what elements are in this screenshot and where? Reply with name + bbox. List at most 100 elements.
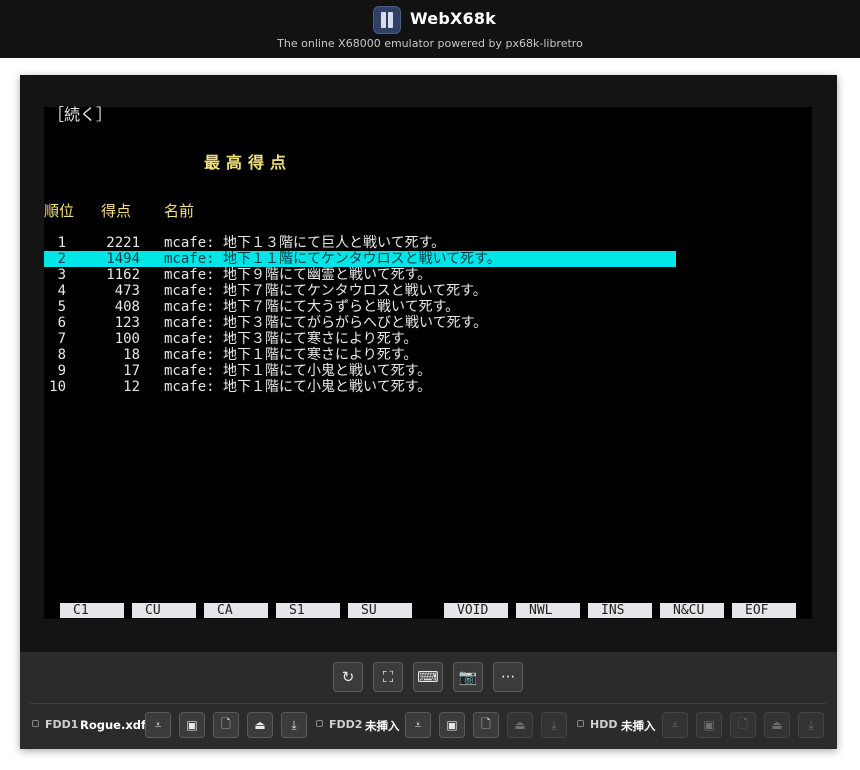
highscore-row: 6 123 mcafe: 地下３階にてがらがらへびと戦いて死す。: [44, 315, 676, 331]
highscore-score: 1162: [106, 267, 140, 283]
function-key-bar: C1 CU CA S1 SU VOID NWL INS N&CU EOF: [44, 603, 812, 619]
eject-icon: ⏏: [254, 718, 266, 732]
highscore-row: 9 17 mcafe: 地下１階にて小鬼と戦いて死す。: [44, 363, 676, 379]
new-file-button[interactable]: 🗋: [730, 712, 756, 738]
function-key[interactable]: EOF: [732, 603, 796, 618]
select-media-button[interactable]: ⩡: [662, 712, 688, 738]
select-media-icon: ⩡: [671, 717, 679, 732]
highscore-rank: 2: [57, 251, 66, 267]
score-column-header: 得点: [101, 202, 132, 220]
highscore-message: mcafe: 地下１階にて小鬼と戦いて死す。: [164, 379, 432, 395]
highscore-message: mcafe: 地下１階にて寒さにより死す。: [164, 347, 418, 363]
select-media-icon: ⩡: [414, 717, 422, 732]
function-key[interactable]: CA: [204, 603, 268, 618]
new-file-button[interactable]: 🗋: [213, 712, 239, 738]
function-key[interactable]: INS: [588, 603, 652, 618]
eject-button[interactable]: ⏏: [247, 712, 273, 738]
highscore-message: mcafe: 地下９階にて幽霊と戦いて死す。: [164, 267, 432, 283]
highscore-title: 最高得点: [204, 153, 293, 172]
continue-prompt: ［続く］: [48, 105, 113, 124]
disk-image-icon: ▣: [446, 718, 458, 732]
reset-icon: ↻: [341, 668, 355, 686]
drive-row: FDD1 Rogue.xdf ⩡ ▣ 🗋 ⏏ ⤓ FDD2 未挿入 ⩡ ▣ 🗋 ⏏ ⤓ HDD 未挿入 ⩡ ▣ 🗋 ⏏…: [20, 709, 837, 741]
disk-image-icon: ▣: [186, 718, 198, 732]
disk-image-icon: ▣: [703, 718, 715, 732]
reset-button[interactable]: ↻: [333, 662, 363, 692]
select-media-button[interactable]: ⩡: [405, 712, 431, 738]
new-file-icon: 🗋: [481, 716, 491, 731]
keyboard-button[interactable]: ⌨: [413, 662, 443, 692]
function-key[interactable]: SU: [348, 603, 412, 618]
highscore-score: 2221: [106, 235, 140, 251]
highscore-message: mcafe: 地下１３階にて巨人と戦いて死す。: [164, 235, 446, 251]
highscore-score: 12: [123, 379, 140, 395]
highscore-score: 100: [114, 331, 140, 347]
download-button[interactable]: ⤓: [798, 712, 824, 738]
name-column-header: 名前: [164, 202, 195, 220]
highscore-rank: 5: [57, 299, 66, 315]
function-key[interactable]: S1: [276, 603, 340, 618]
disk-image-button[interactable]: ▣: [696, 712, 722, 738]
highscore-row: 4 473 mcafe: 地下７階にてケンタウロスと戦いて死す。: [44, 283, 676, 299]
fullscreen-icon: ⛶: [382, 668, 394, 686]
download-button[interactable]: ⤓: [541, 712, 567, 738]
app-title: WebX68k: [410, 9, 497, 28]
select-media-icon: ⩡: [154, 717, 162, 732]
highscore-row: 2 1494 mcafe: 地下１１階にてケンタウロスと戦いて死す。: [44, 251, 676, 267]
highscore-rank: 8: [57, 347, 66, 363]
highscore-score: 123: [114, 315, 140, 331]
highscore-row: 8 18 mcafe: 地下１階にて寒さにより死す。: [44, 347, 676, 363]
highscore-rank: 10: [49, 379, 66, 395]
camera-icon: 📷: [458, 668, 478, 686]
app-header: WebX68k The online X68000 emulator power…: [0, 0, 860, 58]
highscore-score: 18: [123, 347, 140, 363]
fullscreen-button[interactable]: ⛶: [373, 662, 403, 692]
drive-media-name: 未挿入: [365, 719, 400, 733]
toolbar-divider: [30, 703, 827, 704]
drive-checkbox[interactable]: [316, 720, 323, 727]
emulator-screen[interactable]: ［続く］ 最高得点 順位 得点 名前 1 2221 mcafe: 地下１３階にて巨人…: [44, 107, 812, 619]
drive-media-name: Rogue.xdf: [80, 718, 146, 732]
highscore-row: 1 2221 mcafe: 地下１３階にて巨人と戦いて死す。: [44, 235, 676, 251]
function-key[interactable]: NWL: [516, 603, 580, 618]
highscore-message: mcafe: 地下７階にてケンタウロスと戦いて死す。: [164, 283, 487, 299]
highscore-score: 408: [114, 299, 140, 315]
highscore-rank: 1: [57, 235, 66, 251]
highscore-row: 10 12 mcafe: 地下１階にて小鬼と戦いて死す。: [44, 379, 676, 395]
rank-column-header: 順位: [44, 202, 75, 220]
new-file-icon: 🗋: [221, 716, 231, 731]
highscore-message: mcafe: 地下３階にて寒さにより死す。: [164, 331, 418, 347]
highscore-score: 473: [114, 283, 140, 299]
function-key[interactable]: C1: [60, 603, 124, 618]
keyboard-icon: ⌨: [417, 668, 439, 686]
control-toolbar: ↻ ⛶ ⌨ 📷 ··· FDD1 Rogue.xdf ⩡ ▣ 🗋 ⏏ ⤓ FDD2 未挿入 ⩡ ▣ 🗋 ⏏ ⤓ HD…: [20, 652, 837, 749]
highscore-message: mcafe: 地下７階にて大うずらと戦いて死す。: [164, 299, 460, 315]
disk-image-button[interactable]: ▣: [179, 712, 205, 738]
webx68k-logo-icon: [373, 6, 401, 34]
drive-checkbox[interactable]: [32, 720, 39, 727]
highscore-message: mcafe: 地下３階にてがらがらへびと戦いて死す。: [164, 315, 488, 331]
download-button[interactable]: ⤓: [281, 712, 307, 738]
highscore-rank: 9: [57, 363, 66, 379]
eject-button[interactable]: ⏏: [764, 712, 790, 738]
function-key[interactable]: CU: [132, 603, 196, 618]
more-button[interactable]: ···: [493, 662, 523, 692]
highscore-message: mcafe: 地下１階にて小鬼と戦いて死す。: [164, 363, 432, 379]
function-key[interactable]: VOID: [444, 603, 508, 618]
highscore-rank: 6: [57, 315, 66, 331]
highscore-rank: 3: [57, 267, 66, 283]
drive-label: HDD: [590, 718, 618, 731]
highscore-message: mcafe: 地下１１階にてケンタウロスと戦いて死す。: [164, 251, 501, 267]
disk-image-button[interactable]: ▣: [439, 712, 465, 738]
download-icon: ⤓: [808, 717, 814, 732]
highscore-score: 1494: [106, 251, 140, 267]
function-key[interactable]: N&CU: [660, 603, 724, 618]
new-file-button[interactable]: 🗋: [473, 712, 499, 738]
highscore-rank: 4: [57, 283, 66, 299]
new-file-icon: 🗋: [738, 716, 748, 731]
drive-checkbox[interactable]: [577, 720, 584, 727]
eject-button[interactable]: ⏏: [507, 712, 533, 738]
drive-label: FDD2: [329, 718, 363, 731]
select-media-button[interactable]: ⩡: [145, 712, 171, 738]
camera-button[interactable]: 📷: [453, 662, 483, 692]
